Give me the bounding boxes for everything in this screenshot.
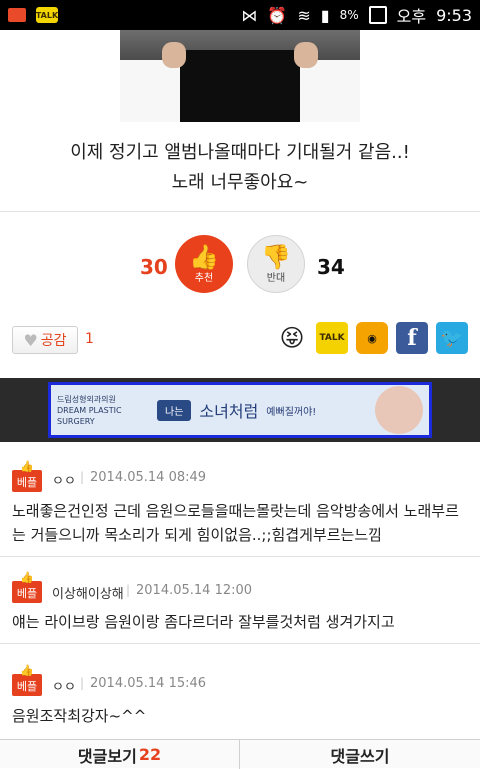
signal-icon: ▮	[320, 5, 330, 25]
comment-date: 2014.05.14 08:49	[90, 470, 207, 485]
vote-section: 30 👍 추천 👎 반대 34	[0, 235, 480, 299]
comment-separator: |	[126, 583, 131, 597]
like-button[interactable]: ♥ 공감	[12, 326, 78, 354]
comment-count: 22	[138, 745, 162, 764]
thumbs-up-icon: 👍	[189, 242, 219, 271]
downvote-count: 34	[317, 255, 345, 279]
comment-item: 베플 ㅇㅇ | 2014.05.14 08:49 노래좋은건인정 근데 음원으로…	[0, 442, 480, 557]
comment-item: 베플 ㅇㅇ | 2014.05.14 15:46 음원조작최강자~^^	[0, 644, 480, 739]
ad-brand-name: 드림성형외과의원	[57, 394, 116, 404]
share-row: ♥ 공감 1 😝 TALK ◉ f 🐦	[0, 322, 480, 358]
article-image-hand-right	[294, 42, 318, 68]
bottom-bar: 댓글보기 22 댓글쓰기	[0, 739, 480, 769]
comment-text: 음원조작최강자~^^	[12, 707, 147, 725]
write-comment-label: 댓글쓰기	[330, 746, 390, 766]
notification-icon	[8, 8, 26, 22]
ad-model-image	[375, 386, 423, 434]
comment-user[interactable]: 이상해이상해	[52, 583, 124, 602]
write-comment-button[interactable]: 댓글쓰기	[240, 740, 480, 769]
comment-separator: |	[80, 676, 85, 690]
divider	[0, 211, 480, 212]
view-comments-button[interactable]: 댓글보기 22	[0, 740, 240, 769]
comment-user[interactable]: ㅇㅇ	[52, 676, 76, 695]
article-image-hand-left	[162, 42, 186, 68]
downvote-button[interactable]: 👎 반대	[247, 235, 305, 293]
ad-tag: 나는	[157, 399, 192, 421]
like-label: 공감	[40, 333, 67, 349]
comment-item: 베플 이상해이상해 | 2014.05.14 12:00 얘는 라이브랑 음원이…	[0, 557, 480, 644]
best-comment-badge: 베플	[12, 460, 42, 492]
clock-time: 9:53	[436, 5, 472, 25]
like-count: 1	[85, 331, 94, 347]
status-bar: TALK ⋈ ⏰ ≋ ▮ 8% 오후 9:53	[0, 0, 480, 30]
wifi-icon: ≋	[297, 5, 311, 25]
ad-banner[interactable]: 드림성형외과의원 DREAM PLASTIC SURGERY 나는 소녀처럼 예…	[48, 382, 432, 438]
best-comment-badge: 베플	[12, 664, 42, 696]
downvote-label: 반대	[266, 272, 286, 284]
best-comment-badge: 베플	[12, 571, 42, 603]
comment-separator: |	[80, 470, 85, 484]
share-icons: 😝 TALK ◉ f 🐦	[276, 322, 468, 354]
twitter-share-icon[interactable]: 🐦	[436, 322, 468, 354]
facebook-share-icon[interactable]: f	[396, 322, 428, 354]
thumbs-down-icon: 👎	[261, 242, 291, 271]
battery-percent: 8%	[339, 8, 359, 22]
caption-line-1: 이제 정기고 앨범나올때마다 기대될거 같음..!	[70, 142, 410, 163]
kakaotalk-share-icon[interactable]: TALK	[316, 322, 348, 354]
me2day-share-icon[interactable]: 😝	[276, 322, 308, 354]
caption-line-2: 노래 너무좋아요~	[171, 172, 309, 193]
kakaostory-share-icon[interactable]: ◉	[356, 322, 388, 354]
comment-text: 노래좋은건인정 근데 음원으로들을때는몰랏는데 음악방송에서 노래부르는 거들으…	[12, 502, 459, 544]
article-image	[120, 30, 360, 122]
upvote-count: 30	[140, 255, 168, 279]
comment-text: 얘는 라이브랑 음원이랑 좀다르더라 잘부를것처럼 생겨가지고	[12, 613, 395, 631]
upvote-button[interactable]: 👍 추천	[175, 235, 233, 293]
time-period: 오후	[396, 7, 427, 26]
heart-icon: ♥	[23, 330, 38, 350]
ad-headline: 소녀처럼	[199, 402, 259, 421]
ad-brand: 드림성형외과의원 DREAM PLASTIC SURGERY	[51, 394, 147, 427]
upvote-label: 추천	[194, 272, 214, 284]
alarm-icon: ⏰	[267, 5, 288, 25]
article-caption: 이제 정기고 앨범나올때마다 기대될거 같음..! 노래 너무좋아요~	[0, 138, 480, 198]
vibrate-icon: ⋈	[241, 5, 258, 25]
ad-band: 드림성형외과의원 DREAM PLASTIC SURGERY 나는 소녀처럼 예…	[0, 378, 480, 442]
comment-date: 2014.05.14 15:46	[90, 676, 207, 691]
view-comments-label: 댓글보기	[77, 746, 137, 766]
comment-user[interactable]: ㅇㅇ	[52, 470, 76, 489]
ad-subline: 예뻐질꺼야!	[266, 406, 317, 418]
article-image-pants	[180, 50, 300, 122]
ad-brand-sub: DREAM PLASTIC SURGERY	[57, 405, 122, 426]
battery-icon	[368, 6, 387, 24]
comment-date: 2014.05.14 12:00	[136, 583, 253, 598]
kakaotalk-notification-icon: TALK	[36, 7, 58, 23]
